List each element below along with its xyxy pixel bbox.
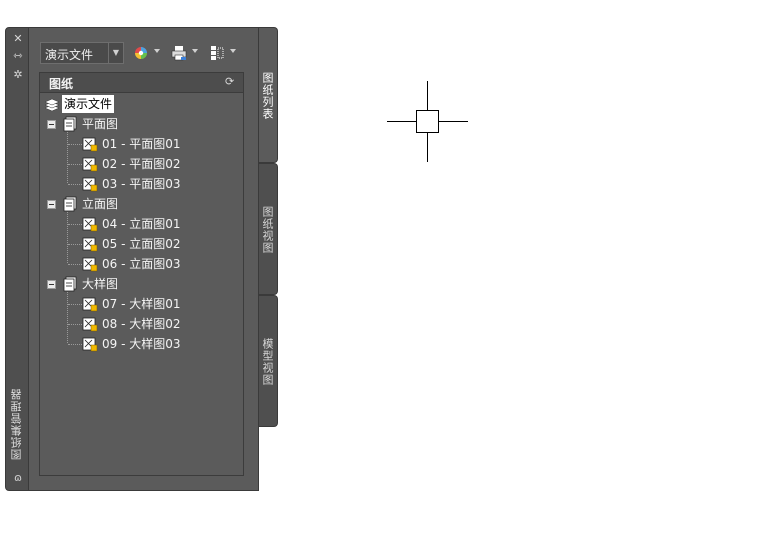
- sheet-set-icon: [44, 98, 60, 112]
- sheet-label: 07 - 大样图01: [102, 297, 181, 311]
- sheet-icon-wrap: [82, 176, 98, 192]
- tab-model-views[interactable]: 模型视图: [259, 295, 278, 427]
- sheet-icon-wrap: [82, 216, 98, 232]
- tab-label: 模型视图: [261, 338, 274, 386]
- tree-guide-line: [68, 244, 82, 245]
- sheet-icon-wrap: [82, 316, 98, 332]
- tree-guide-line: [68, 184, 82, 185]
- close-icon[interactable]: ✕: [11, 32, 25, 46]
- sheet-set-combo[interactable]: 演示文件 ▼: [40, 42, 124, 64]
- chevron-down-icon[interactable]: [230, 49, 236, 53]
- tree-guide-line: [68, 304, 82, 305]
- sheet-icon-wrap: [82, 236, 98, 252]
- palette-tabs: 图纸列表 图纸视图 模型视图: [259, 27, 278, 491]
- tree-guide-line: [67, 292, 68, 343]
- tree-guide-line: [67, 132, 68, 183]
- collapse-icon[interactable]: [47, 120, 56, 129]
- tree-guide-line: [68, 344, 82, 345]
- properties-icon[interactable]: ✲: [11, 68, 25, 82]
- sheet-label: 05 - 立面图02: [102, 237, 181, 251]
- sheet-set-icon-wrap: [44, 96, 60, 112]
- sheet-icon: [82, 157, 98, 172]
- tree-guide-line: [68, 224, 82, 225]
- sheet-icon-wrap: [82, 136, 98, 152]
- color-wheel-icon: [135, 47, 147, 59]
- tab-label: 图纸列表: [261, 72, 274, 120]
- subset-label: 大样图: [82, 277, 119, 291]
- subset-icon: [63, 276, 77, 292]
- sheet-icon: [82, 297, 98, 312]
- sheet-icon-wrap: [82, 156, 98, 172]
- sheet-icon-wrap: [82, 296, 98, 312]
- tab-sheet-list[interactable]: 图纸列表: [259, 27, 278, 163]
- sheet-icon: [82, 177, 98, 192]
- subset-icon-wrap: [62, 276, 78, 292]
- palette-title: 图纸集管理器: [10, 388, 23, 460]
- tab-sheet-views[interactable]: 图纸视图: [259, 163, 278, 295]
- palette-title-strip[interactable]: ✕ ⇿ ✲ 图纸集管理器 ɷ: [5, 27, 29, 491]
- printer-icon: [171, 46, 187, 61]
- subset-icon: [63, 116, 77, 132]
- tree-guide-line: [67, 212, 68, 263]
- sheet-icon: [82, 237, 98, 252]
- sheet-label: 09 - 大样图03: [102, 337, 181, 351]
- subset-icon-wrap: [62, 116, 78, 132]
- tree-guide-line: [68, 144, 82, 145]
- palette-main-panel: 演示文件 ▼ 图纸 ⟳ 演示文件 平面图 01 - 平面图01 02 - 平面图…: [29, 27, 259, 491]
- sheet-label: 02 - 平面图02: [102, 157, 181, 171]
- subset-icon-wrap: [62, 196, 78, 212]
- refresh-icon[interactable]: ⟳: [225, 76, 237, 88]
- sheet-label: 03 - 平面图03: [102, 177, 181, 191]
- chevron-down-icon[interactable]: [192, 49, 198, 53]
- tab-label: 图纸视图: [261, 206, 274, 254]
- sheet-icon: [82, 217, 98, 232]
- sheet-label: 01 - 平面图01: [102, 137, 181, 151]
- sheet-tree-box: 图纸 ⟳ 演示文件平面图 01 - 平面图01 02 - 平面图02 03 - 平面图…: [39, 72, 244, 476]
- sheet-icon: [82, 137, 98, 152]
- sheet-label: 04 - 立面图01: [102, 217, 181, 231]
- sheet-icon-wrap: [82, 336, 98, 352]
- tree-guide-line: [68, 324, 82, 325]
- chevron-down-icon[interactable]: [154, 49, 160, 53]
- autohide-icon[interactable]: ⇿: [11, 49, 25, 63]
- toolbar: 演示文件 ▼: [40, 42, 255, 66]
- subset-label: 立面图: [82, 197, 119, 211]
- sheet-selection-icon: [211, 46, 224, 60]
- subset-label: 平面图: [82, 117, 119, 131]
- collapse-icon[interactable]: [47, 200, 56, 209]
- tree-header: 图纸 ⟳: [40, 73, 243, 93]
- tree-header-label: 图纸: [49, 77, 74, 91]
- crosshair-cursor: [387, 81, 468, 162]
- tree-root-label[interactable]: 演示文件: [62, 95, 115, 113]
- collapse-icon[interactable]: [47, 280, 56, 289]
- sheet-set-combo-value: 演示文件: [45, 48, 94, 62]
- sheet-icon: [82, 257, 98, 272]
- palette-logo-icon: ɷ: [13, 471, 22, 484]
- chevron-down-icon[interactable]: ▼: [108, 43, 123, 63]
- subset-icon: [63, 196, 77, 212]
- sheet-icon: [82, 337, 98, 352]
- sheet-label: 06 - 立面图03: [102, 257, 181, 271]
- tree-guide-line: [68, 164, 82, 165]
- sheet-icon-wrap: [82, 256, 98, 272]
- sheet-icon: [82, 317, 98, 332]
- tree-guide-line: [68, 264, 82, 265]
- sheet-label: 08 - 大样图02: [102, 317, 181, 331]
- sheet-set-manager-palette: ✕ ⇿ ✲ 图纸集管理器 ɷ 演示文件 ▼ 图纸 ⟳ 演示文件 平面图 01 -…: [5, 27, 278, 491]
